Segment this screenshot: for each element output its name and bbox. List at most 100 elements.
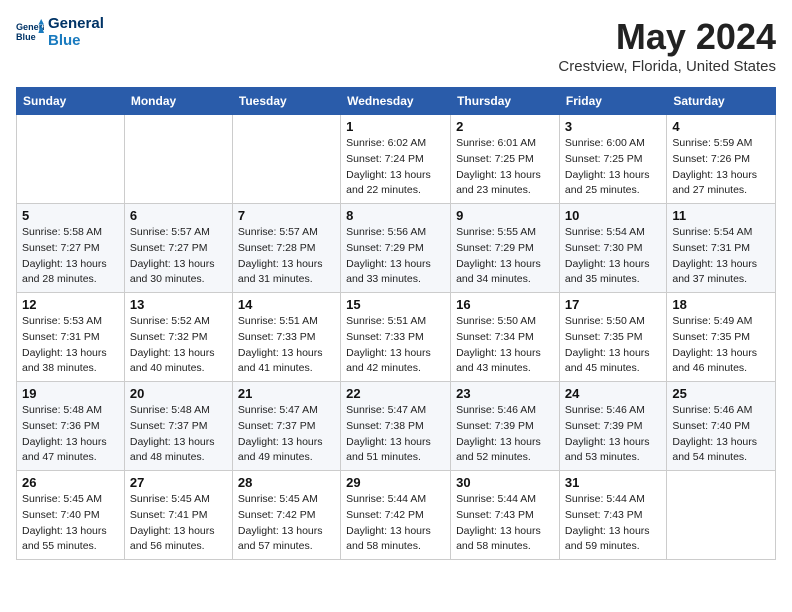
day-number: 2 — [456, 119, 554, 134]
weekday-header-monday: Monday — [124, 88, 232, 115]
day-info: Sunrise: 5:51 AM Sunset: 7:33 PM Dayligh… — [346, 314, 445, 377]
day-info: Sunrise: 5:58 AM Sunset: 7:27 PM Dayligh… — [22, 225, 119, 288]
calendar-cell: 7 Sunrise: 5:57 AM Sunset: 7:28 PM Daylig… — [232, 204, 340, 293]
calendar-cell: 23 Sunrise: 5:46 AM Sunset: 7:39 PM Dayli… — [451, 382, 560, 471]
logo-line2: Blue — [48, 33, 104, 50]
day-number: 8 — [346, 208, 445, 223]
day-number: 28 — [238, 475, 335, 490]
day-number: 25 — [672, 386, 770, 401]
calendar-cell: 14 Sunrise: 5:51 AM Sunset: 7:33 PM Dayli… — [232, 293, 340, 382]
day-info: Sunrise: 5:45 AM Sunset: 7:40 PM Dayligh… — [22, 492, 119, 555]
day-number: 27 — [130, 475, 227, 490]
day-info: Sunrise: 5:44 AM Sunset: 7:43 PM Dayligh… — [565, 492, 661, 555]
day-info: Sunrise: 5:55 AM Sunset: 7:29 PM Dayligh… — [456, 225, 554, 288]
day-info: Sunrise: 6:02 AM Sunset: 7:24 PM Dayligh… — [346, 136, 445, 199]
calendar-cell: 19Sunrise: 5:48 AM Sunset: 7:36 PM Dayli… — [17, 382, 125, 471]
logo: General Blue General Blue — [16, 16, 104, 49]
calendar-cell — [232, 115, 340, 204]
calendar-cell: 26 Sunrise: 5:45 AM Sunset: 7:40 PM Dayli… — [17, 471, 125, 560]
day-number: 20 — [130, 386, 227, 401]
location: Crestview, Florida, United States — [558, 58, 776, 75]
calendar-cell — [667, 471, 776, 560]
calendar-cell: 22Sunrise: 5:47 AM Sunset: 7:38 PM Dayli… — [341, 382, 451, 471]
calendar-cell: 10 Sunrise: 5:54 AM Sunset: 7:30 PM Dayli… — [559, 204, 666, 293]
calendar-cell: 13 Sunrise: 5:52 AM Sunset: 7:32 PM Dayli… — [124, 293, 232, 382]
week-row-4: 19Sunrise: 5:48 AM Sunset: 7:36 PM Dayli… — [17, 382, 776, 471]
calendar-cell: 6Sunrise: 5:57 AM Sunset: 7:27 PM Daylig… — [124, 204, 232, 293]
page-header: General Blue General Blue May 2024 Crest… — [16, 16, 776, 75]
day-number: 1 — [346, 119, 445, 134]
day-number: 18 — [672, 297, 770, 312]
calendar-cell: 20 Sunrise: 5:48 AM Sunset: 7:37 PM Dayli… — [124, 382, 232, 471]
day-info: Sunrise: 6:00 AM Sunset: 7:25 PM Dayligh… — [565, 136, 661, 199]
calendar-cell — [17, 115, 125, 204]
day-info: Sunrise: 5:46 AM Sunset: 7:40 PM Dayligh… — [672, 403, 770, 466]
day-info: Sunrise: 5:59 AM Sunset: 7:26 PM Dayligh… — [672, 136, 770, 199]
calendar-cell — [124, 115, 232, 204]
day-number: 30 — [456, 475, 554, 490]
day-number: 3 — [565, 119, 661, 134]
calendar-table: SundayMondayTuesdayWednesdayThursdayFrid… — [16, 87, 776, 560]
calendar-cell: 29Sunrise: 5:44 AM Sunset: 7:42 PM Dayli… — [341, 471, 451, 560]
day-number: 12 — [22, 297, 119, 312]
calendar-cell: 17 Sunrise: 5:50 AM Sunset: 7:35 PM Dayli… — [559, 293, 666, 382]
day-number: 29 — [346, 475, 445, 490]
day-number: 26 — [22, 475, 119, 490]
calendar-cell: 16Sunrise: 5:50 AM Sunset: 7:34 PM Dayli… — [451, 293, 560, 382]
day-number: 7 — [238, 208, 335, 223]
week-row-3: 12 Sunrise: 5:53 AM Sunset: 7:31 PM Dayli… — [17, 293, 776, 382]
calendar-cell: 11 Sunrise: 5:54 AM Sunset: 7:31 PM Dayli… — [667, 204, 776, 293]
week-row-1: 1 Sunrise: 6:02 AM Sunset: 7:24 PM Daylig… — [17, 115, 776, 204]
day-number: 16 — [456, 297, 554, 312]
weekday-header-wednesday: Wednesday — [341, 88, 451, 115]
day-info: Sunrise: 5:46 AM Sunset: 7:39 PM Dayligh… — [456, 403, 554, 466]
day-number: 10 — [565, 208, 661, 223]
day-number: 31 — [565, 475, 661, 490]
day-info: Sunrise: 5:45 AM Sunset: 7:41 PM Dayligh… — [130, 492, 227, 555]
day-number: 11 — [672, 208, 770, 223]
day-info: Sunrise: 5:48 AM Sunset: 7:37 PM Dayligh… — [130, 403, 227, 466]
day-info: Sunrise: 5:49 AM Sunset: 7:35 PM Dayligh… — [672, 314, 770, 377]
calendar-cell: 2 Sunrise: 6:01 AM Sunset: 7:25 PM Daylig… — [451, 115, 560, 204]
day-info: Sunrise: 5:45 AM Sunset: 7:42 PM Dayligh… — [238, 492, 335, 555]
day-number: 6 — [130, 208, 227, 223]
day-number: 17 — [565, 297, 661, 312]
weekday-header-thursday: Thursday — [451, 88, 560, 115]
svg-text:Blue: Blue — [16, 32, 36, 42]
day-number: 13 — [130, 297, 227, 312]
calendar-cell: 8 Sunrise: 5:56 AM Sunset: 7:29 PM Daylig… — [341, 204, 451, 293]
calendar-cell: 1 Sunrise: 6:02 AM Sunset: 7:24 PM Daylig… — [341, 115, 451, 204]
calendar-cell: 28 Sunrise: 5:45 AM Sunset: 7:42 PM Dayli… — [232, 471, 340, 560]
day-number: 24 — [565, 386, 661, 401]
title-section: May 2024 Crestview, Florida, United Stat… — [558, 16, 776, 75]
weekday-header-tuesday: Tuesday — [232, 88, 340, 115]
calendar-cell: 25 Sunrise: 5:46 AM Sunset: 7:40 PM Dayli… — [667, 382, 776, 471]
day-info: Sunrise: 5:57 AM Sunset: 7:28 PM Dayligh… — [238, 225, 335, 288]
weekday-header-row: SundayMondayTuesdayWednesdayThursdayFrid… — [17, 88, 776, 115]
day-info: Sunrise: 5:51 AM Sunset: 7:33 PM Dayligh… — [238, 314, 335, 377]
calendar-cell: 27 Sunrise: 5:45 AM Sunset: 7:41 PM Dayli… — [124, 471, 232, 560]
day-info: Sunrise: 5:54 AM Sunset: 7:30 PM Dayligh… — [565, 225, 661, 288]
day-number: 4 — [672, 119, 770, 134]
calendar-cell: 3 Sunrise: 6:00 AM Sunset: 7:25 PM Daylig… — [559, 115, 666, 204]
week-row-2: 5Sunrise: 5:58 AM Sunset: 7:27 PM Daylig… — [17, 204, 776, 293]
day-number: 14 — [238, 297, 335, 312]
day-info: Sunrise: 6:01 AM Sunset: 7:25 PM Dayligh… — [456, 136, 554, 199]
calendar-cell: 12 Sunrise: 5:53 AM Sunset: 7:31 PM Dayli… — [17, 293, 125, 382]
day-info: Sunrise: 5:50 AM Sunset: 7:35 PM Dayligh… — [565, 314, 661, 377]
day-info: Sunrise: 5:48 AM Sunset: 7:36 PM Dayligh… — [22, 403, 119, 466]
day-number: 15 — [346, 297, 445, 312]
day-info: Sunrise: 5:56 AM Sunset: 7:29 PM Dayligh… — [346, 225, 445, 288]
day-info: Sunrise: 5:52 AM Sunset: 7:32 PM Dayligh… — [130, 314, 227, 377]
day-info: Sunrise: 5:47 AM Sunset: 7:37 PM Dayligh… — [238, 403, 335, 466]
day-number: 23 — [456, 386, 554, 401]
calendar-cell: 24Sunrise: 5:46 AM Sunset: 7:39 PM Dayli… — [559, 382, 666, 471]
day-number: 9 — [456, 208, 554, 223]
day-info: Sunrise: 5:53 AM Sunset: 7:31 PM Dayligh… — [22, 314, 119, 377]
calendar-cell: 31 Sunrise: 5:44 AM Sunset: 7:43 PM Dayli… — [559, 471, 666, 560]
week-row-5: 26 Sunrise: 5:45 AM Sunset: 7:40 PM Dayli… — [17, 471, 776, 560]
day-info: Sunrise: 5:54 AM Sunset: 7:31 PM Dayligh… — [672, 225, 770, 288]
calendar-cell: 30Sunrise: 5:44 AM Sunset: 7:43 PM Dayli… — [451, 471, 560, 560]
calendar-cell: 5Sunrise: 5:58 AM Sunset: 7:27 PM Daylig… — [17, 204, 125, 293]
day-info: Sunrise: 5:47 AM Sunset: 7:38 PM Dayligh… — [346, 403, 445, 466]
